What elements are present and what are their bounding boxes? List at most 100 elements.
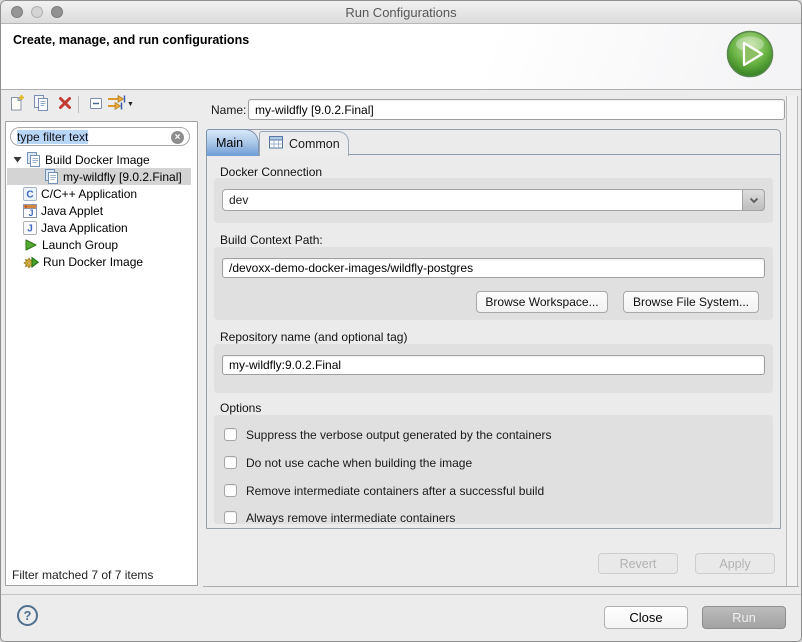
sidebar: ▼ type filter text × Build Docker I: [1, 90, 203, 594]
close-label: Close: [629, 610, 662, 625]
repository-group: [214, 344, 773, 393]
suppress-verbose-checkbox[interactable]: [224, 428, 237, 441]
c-cpp-application-icon: C: [23, 187, 37, 201]
filter-input[interactable]: type filter text ×: [10, 127, 190, 146]
build-context-path-label: Build Context Path:: [220, 233, 323, 247]
tree-item-label: my-wildfly [9.0.2.Final]: [63, 170, 182, 184]
revert-label: Revert: [620, 557, 657, 571]
tab-folder: Main Common Docker Connection dev: [206, 129, 781, 529]
browse-workspace-label: Browse Workspace...: [485, 295, 598, 309]
delete-icon: [56, 94, 74, 115]
table-icon: [269, 136, 284, 152]
window-title: Run Configurations: [1, 5, 801, 20]
tab-main[interactable]: Main: [206, 129, 259, 156]
option-row: Remove intermediate containers after a s…: [224, 483, 544, 498]
build-context-group: Browse Workspace... Browse File System..…: [214, 247, 773, 320]
filter-text: type filter text: [17, 130, 88, 144]
java-applet-icon: J: [23, 204, 37, 218]
no-cache-checkbox[interactable]: [224, 456, 237, 469]
revert-button[interactable]: Revert: [598, 553, 678, 574]
option-row: Always remove intermediate containers: [224, 510, 455, 525]
tab-main-label: Main: [216, 136, 243, 150]
help-button[interactable]: ?: [17, 605, 38, 626]
options-label: Options: [220, 401, 261, 415]
title-bar: Run Configurations: [1, 1, 801, 24]
apply-label: Apply: [719, 557, 750, 571]
build-context-path-input[interactable]: [222, 258, 765, 278]
close-button[interactable]: Close: [604, 606, 688, 629]
filter-menu-caret-icon[interactable]: ▼: [127, 101, 134, 108]
dialog-footer: ? Close Run: [1, 594, 801, 642]
browse-file-system-label: Browse File System...: [633, 295, 749, 309]
clear-filter-icon[interactable]: ×: [171, 131, 184, 144]
repository-name-label: Repository name (and optional tag): [220, 330, 407, 344]
docker-connection-label: Docker Connection: [220, 165, 322, 179]
checkbox-label: Always remove intermediate containers: [246, 511, 455, 525]
delete-configuration-button[interactable]: [54, 94, 75, 115]
help-icon: ?: [24, 608, 32, 623]
tree-item-java-application[interactable]: J Java Application: [7, 219, 191, 236]
name-input[interactable]: [248, 99, 785, 120]
tree-item-java-applet[interactable]: J Java Applet: [7, 202, 191, 219]
build-docker-image-icon: [26, 152, 41, 168]
option-row: Suppress the verbose output generated by…: [224, 427, 552, 442]
repository-name-input[interactable]: [222, 355, 765, 375]
launch-group-icon: [23, 238, 38, 252]
wizard-banner: Create, manage, and run configurations: [1, 24, 801, 90]
collapse-all-icon: [87, 94, 105, 115]
run-docker-image-icon: [23, 254, 39, 270]
java-application-icon: J: [23, 221, 37, 235]
tab-common-label: Common: [289, 137, 340, 151]
docker-connection-combo[interactable]: dev: [222, 189, 765, 211]
tree-item-run-docker-image[interactable]: Run Docker Image: [7, 253, 191, 270]
options-group: Suppress the verbose output generated by…: [214, 415, 773, 524]
svg-text:C: C: [26, 189, 33, 200]
tree-item-label: Run Docker Image: [43, 255, 143, 269]
panel-divider: [203, 586, 799, 587]
browse-file-system-button[interactable]: Browse File System...: [623, 291, 759, 313]
tree-item-label: Launch Group: [42, 238, 118, 252]
filter-status-text: Filter matched 7 of 7 items: [12, 568, 153, 582]
tree-item-my-wildfly[interactable]: my-wildfly [9.0.2.Final]: [7, 168, 191, 185]
run-wizard-icon: [725, 29, 775, 79]
new-configuration-button[interactable]: [6, 94, 27, 115]
configuration-editor: Name: Main Common Docker Connection: [203, 90, 802, 594]
tree-item-launch-group[interactable]: Launch Group: [7, 236, 191, 253]
collapse-all-button[interactable]: [85, 94, 106, 115]
tab-common[interactable]: Common: [259, 131, 349, 156]
apply-button[interactable]: Apply: [695, 553, 775, 574]
name-label: Name:: [211, 103, 246, 117]
option-row: Do not use cache when building the image: [224, 455, 472, 470]
svg-text:J: J: [28, 208, 33, 218]
docker-connection-value: dev: [229, 193, 248, 207]
toolbar-separator: [78, 96, 79, 113]
tree-item-label: Java Application: [41, 221, 128, 235]
svg-text:J: J: [27, 223, 33, 234]
run-configurations-window: Run Configurations Create, manage, and r…: [0, 0, 802, 642]
remove-intermediate-on-success-checkbox[interactable]: [224, 484, 237, 497]
vertical-scrollbar[interactable]: [786, 96, 798, 586]
banner-title: Create, manage, and run configurations: [13, 33, 249, 47]
tree-item-label: Build Docker Image: [45, 153, 150, 167]
build-docker-image-icon: [44, 169, 59, 185]
configurations-panel: type filter text × Build Docker Image: [5, 121, 198, 586]
expand-collapse-icon[interactable]: [12, 155, 22, 164]
docker-connection-group: dev: [214, 178, 773, 223]
checkbox-label: Remove intermediate containers after a s…: [246, 484, 544, 498]
duplicate-configuration-button[interactable]: [30, 94, 51, 115]
browse-workspace-button[interactable]: Browse Workspace...: [476, 291, 608, 313]
tree-item-c-cpp-application[interactable]: C C/C++ Application: [7, 185, 191, 202]
filter-icon: [107, 94, 127, 115]
run-label: Run: [732, 610, 756, 625]
duplicate-icon: [32, 94, 50, 115]
checkbox-label: Do not use cache when building the image: [246, 456, 472, 470]
chevron-down-icon[interactable]: [742, 189, 765, 211]
tree-item-label: Java Applet: [41, 204, 103, 218]
tree-item-label: C/C++ Application: [41, 187, 137, 201]
new-configuration-icon: [8, 94, 26, 115]
tree-item-build-docker-image[interactable]: Build Docker Image: [7, 151, 191, 168]
filter-configurations-button[interactable]: [107, 94, 127, 115]
run-button[interactable]: Run: [702, 606, 786, 629]
checkbox-label: Suppress the verbose output generated by…: [246, 428, 552, 442]
always-remove-intermediate-checkbox[interactable]: [224, 511, 237, 524]
